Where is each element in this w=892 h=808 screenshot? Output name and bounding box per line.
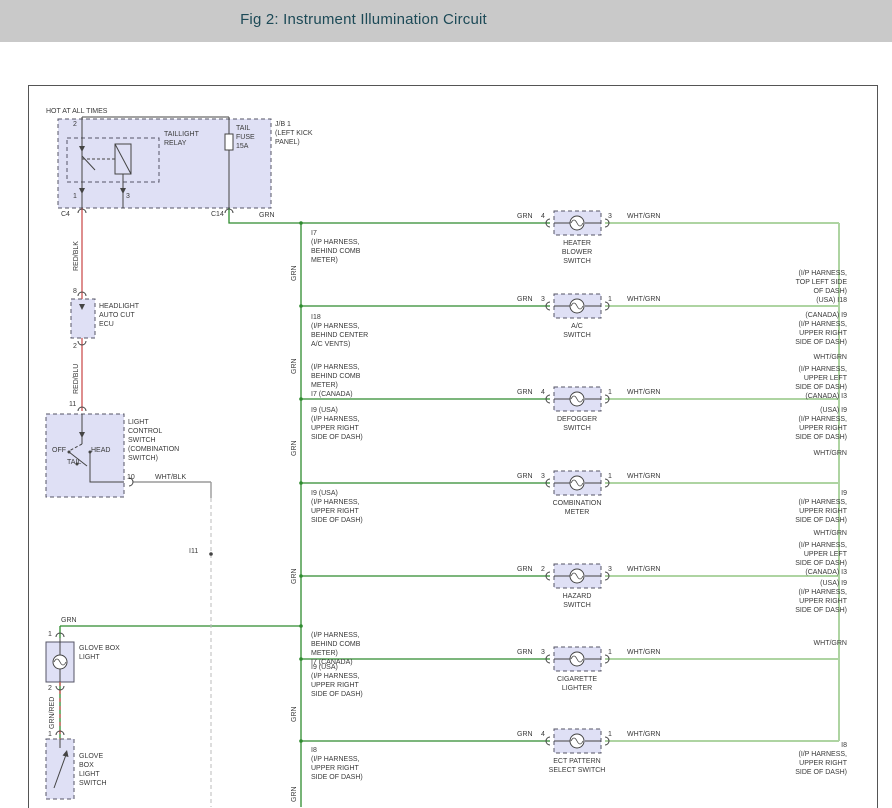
pin-label-3: 3 bbox=[126, 192, 130, 201]
pin-label: 1 bbox=[608, 472, 612, 481]
pin-label: 4 bbox=[541, 730, 545, 739]
pin-label-10: 10 bbox=[127, 473, 135, 482]
wire-label-grn: GRN bbox=[517, 730, 533, 739]
connector-note: I9 (I/P HARNESS, UPPER RIGHT SIDE OF DAS… bbox=[795, 489, 847, 525]
light-control-switch-label: LIGHT CONTROL SWITCH (COMBINATION SWITCH… bbox=[128, 418, 179, 463]
component-label-ect-pattern-select-switch: ECT PATTERN SELECT SWITCH bbox=[537, 757, 617, 775]
wire-label-grn: GRN bbox=[517, 295, 533, 304]
light-control-switch-box bbox=[46, 414, 124, 497]
wire-label-wht-grn: WHT/GRN bbox=[627, 565, 660, 574]
grn-wires bbox=[60, 208, 550, 807]
component-label-glove-box-light-switch: GLOVE BOX LIGHT SWITCH bbox=[79, 752, 107, 788]
switch-position-head: HEAD bbox=[91, 446, 110, 455]
connector-note: I7 (I/P HARNESS, BEHIND COMB METER) bbox=[311, 229, 360, 265]
connector-note: (I/P HARNESS, UPPER LEFT SIDE OF DASH) (… bbox=[795, 365, 847, 401]
fuse-symbol bbox=[225, 134, 233, 150]
pin-label: 1 bbox=[608, 648, 612, 657]
pin-label-2-ecu: 2 bbox=[73, 342, 77, 351]
connector-note: I18 (I/P HARNESS, BEHIND CENTER A/C VENT… bbox=[311, 313, 368, 349]
connector-note: I8 (I/P HARNESS, UPPER RIGHT SIDE OF DAS… bbox=[795, 741, 847, 777]
pin-label-8: 8 bbox=[73, 287, 77, 296]
pin-label: 3 bbox=[541, 295, 545, 304]
wire-label-grn: GRN bbox=[517, 388, 533, 397]
wire-label-wht-grn: WHT/GRN bbox=[814, 353, 847, 362]
wire-label-red-blk: RED/BLK bbox=[73, 241, 80, 271]
connector-note: (I/P HARNESS, BEHIND COMB METER) I7 (CAN… bbox=[311, 631, 360, 667]
wire-label-grn: GRN bbox=[517, 212, 533, 221]
pin-label: 1 bbox=[608, 388, 612, 397]
component-label-glove-box-light: GLOVE BOX LIGHT bbox=[79, 644, 120, 662]
connector-label-c14: C14 bbox=[211, 210, 224, 219]
component-label-combination-meter: COMBINATION METER bbox=[537, 499, 617, 517]
pin-label-11: 11 bbox=[69, 400, 76, 409]
wire-label-grn: GRN bbox=[517, 648, 533, 657]
wire-label-grn-red: GRN/RED bbox=[49, 697, 56, 729]
pin-label-1-glove: 1 bbox=[48, 630, 52, 639]
title-bar: Fig 2: Instrument Illumination Circuit bbox=[0, 0, 892, 42]
junction-block-label: J/B 1 (LEFT KICK PANEL) bbox=[275, 120, 313, 147]
connector-note: (USA) I9 (I/P HARNESS, UPPER RIGHT SIDE … bbox=[795, 579, 847, 615]
wire-label-grn-vertical: GRN bbox=[291, 706, 298, 722]
wire-label-grn-vertical: GRN bbox=[291, 265, 298, 281]
wire-label-grn: GRN bbox=[517, 565, 533, 574]
connector-note: (I/P HARNESS, TOP LEFT SIDE OF DASH) (US… bbox=[796, 269, 847, 305]
taillight-relay-label: TAILLIGHT RELAY bbox=[164, 130, 199, 148]
component-label-defogger-switch: DEFOGGER SWITCH bbox=[537, 415, 617, 433]
connector-note: (I/P HARNESS, UPPER LEFT SIDE OF DASH) (… bbox=[795, 541, 847, 577]
wire-label-red-blu: RED/BLU bbox=[73, 364, 80, 394]
wire-label-wht-grn: WHT/GRN bbox=[627, 212, 660, 221]
wire-label-wht-grn: WHT/GRN bbox=[814, 529, 847, 538]
wire-label-wht-grn: WHT/GRN bbox=[627, 648, 660, 657]
wire-label-wht-blk: WHT/BLK bbox=[155, 473, 186, 482]
wire-label-wht-grn: WHT/GRN bbox=[627, 472, 660, 481]
component-label-heater-blower-switch: HEATER BLOWER SWITCH bbox=[537, 239, 617, 266]
pin-label: 1 bbox=[608, 730, 612, 739]
wire-label-grn-vertical: GRN bbox=[291, 358, 298, 374]
wire-label-wht-grn: WHT/GRN bbox=[814, 639, 847, 648]
hot-at-all-times-label: HOT AT ALL TIMES bbox=[46, 107, 107, 116]
switch-position-tail: TAIL bbox=[67, 458, 81, 467]
wire-label-wht-grn: WHT/GRN bbox=[814, 449, 847, 458]
pin-label: 4 bbox=[541, 212, 545, 221]
switch-position-off: OFF bbox=[52, 446, 66, 455]
connector-note: I9 (USA) (I/P HARNESS, UPPER RIGHT SIDE … bbox=[311, 663, 363, 699]
connector-label-c4: C4 bbox=[61, 210, 70, 219]
page: { "colors": { "header_bg": "#c9c9c9", "h… bbox=[0, 0, 892, 808]
connector-note: I9 (USA) (I/P HARNESS, UPPER RIGHT SIDE … bbox=[311, 489, 363, 525]
wire-label-grn: GRN bbox=[517, 472, 533, 481]
pin-label-2-top: 2 bbox=[73, 120, 77, 129]
wire-label-grn-vertical: GRN bbox=[291, 786, 298, 802]
headlight-auto-cut-ecu-label: HEADLIGHT AUTO CUT ECU bbox=[99, 302, 139, 329]
pin-label: 3 bbox=[541, 648, 545, 657]
pin-label: 2 bbox=[541, 565, 545, 574]
wire-label-wht-grn: WHT/GRN bbox=[627, 730, 660, 739]
i11-junction-dot bbox=[209, 552, 213, 556]
wire-label-grn-vertical: GRN bbox=[291, 440, 298, 456]
connector-note: (CANADA) I9 (I/P HARNESS, UPPER RIGHT SI… bbox=[795, 311, 847, 347]
pin-label-1: 1 bbox=[73, 192, 77, 201]
pin-label-2-glove: 2 bbox=[48, 684, 52, 693]
pin-label: 4 bbox=[541, 388, 545, 397]
pin-label: 3 bbox=[608, 212, 612, 221]
wire-label-wht-grn: WHT/GRN bbox=[627, 295, 660, 304]
wire-label-grn-vertical: GRN bbox=[291, 568, 298, 584]
wire-label-wht-grn: WHT/GRN bbox=[627, 388, 660, 397]
wiring-diagram: HOT AT ALL TIMES 2 TAILLIGHT RELAY TAIL … bbox=[28, 85, 878, 808]
tail-fuse-label: TAIL FUSE 15A bbox=[236, 124, 255, 151]
pin-label-1-glove-switch: 1 bbox=[48, 730, 52, 739]
pin-label: 3 bbox=[541, 472, 545, 481]
connector-note: I9 (USA) (I/P HARNESS, UPPER RIGHT SIDE … bbox=[311, 406, 363, 442]
pin-label: 1 bbox=[608, 295, 612, 304]
wire-label-grn-main: GRN bbox=[259, 211, 275, 220]
component-label-hazard-switch: HAZARD SWITCH bbox=[537, 592, 617, 610]
connector-note: (USA) I9 (I/P HARNESS, UPPER RIGHT SIDE … bbox=[795, 406, 847, 442]
component-label-cigarette-lighter: CIGARETTE LIGHTER bbox=[537, 675, 617, 693]
figure-title: Fig 2: Instrument Illumination Circuit bbox=[0, 11, 727, 28]
pin-label: 3 bbox=[608, 565, 612, 574]
connector-note: I8 (I/P HARNESS, UPPER RIGHT SIDE OF DAS… bbox=[311, 746, 363, 782]
connector-note: (I/P HARNESS, BEHIND COMB METER) I7 (CAN… bbox=[311, 363, 360, 399]
connector-label-i11: I11 bbox=[189, 547, 198, 556]
wire-label-grn-glove: GRN bbox=[61, 616, 77, 625]
component-label-ac-switch: A/C SWITCH bbox=[537, 322, 617, 340]
